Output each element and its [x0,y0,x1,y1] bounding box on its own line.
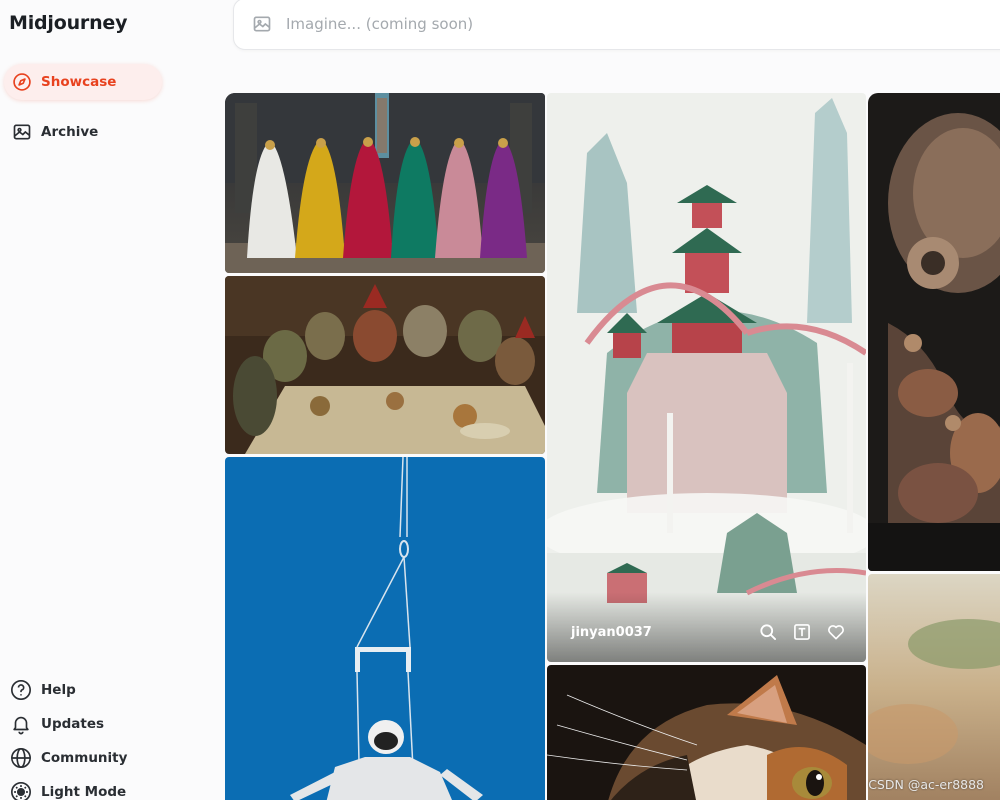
gallery-tile[interactable] [547,665,866,800]
gallery-tile[interactable] [225,457,545,800]
astronaut-trapeze-image [225,457,545,800]
author-name[interactable]: jinyan0037 [571,625,652,640]
globe-icon [11,748,31,768]
watermark: CSDN @ac-er8888 [868,777,984,792]
nav-archive[interactable]: Archive [4,114,162,150]
sun-icon [11,782,31,800]
imagine-search-bar[interactable] [233,0,1000,50]
search-icon[interactable] [758,622,778,642]
sidebar: Midjourney Showcase Archive Help Updates [0,0,215,800]
nav-community-label: Community [41,750,128,766]
blurred-beach-image [868,574,1000,800]
nav-showcase[interactable]: Showcase [4,64,162,100]
nav-community[interactable]: Community [10,745,127,771]
help-icon [11,680,31,700]
brand-logo[interactable]: Midjourney [9,12,127,34]
nav-showcase-label: Showcase [41,74,117,90]
nav-archive-label: Archive [41,124,99,140]
goblin-feast-image [225,276,545,454]
robed-figures-image [225,93,545,273]
octopus-sculpture-image [868,93,1000,571]
gallery-tile[interactable] [868,93,1000,571]
bell-icon [13,716,29,735]
imagine-input[interactable] [286,15,686,33]
image-icon [13,124,31,140]
nav-light-mode-label: Light Mode [41,784,127,800]
gallery-tile[interactable] [225,276,545,454]
gallery-tile[interactable] [868,574,1000,800]
heart-icon[interactable] [826,622,846,642]
nav-help-label: Help [41,682,76,698]
nav-help[interactable]: Help [10,677,76,703]
image-icon [253,16,271,32]
nav-light-mode[interactable]: Light Mode [10,779,126,800]
gallery-tile[interactable] [225,93,545,273]
pagoda-landscape-image [547,93,866,662]
compass-icon [13,73,31,91]
nav-updates-label: Updates [41,716,105,732]
nav-updates[interactable]: Updates [10,711,104,737]
gallery-tile-featured[interactable]: jinyan0037 [547,93,866,662]
calico-cat-image [547,665,866,800]
tile-actions [758,622,846,642]
text-prompt-icon[interactable] [792,622,812,642]
